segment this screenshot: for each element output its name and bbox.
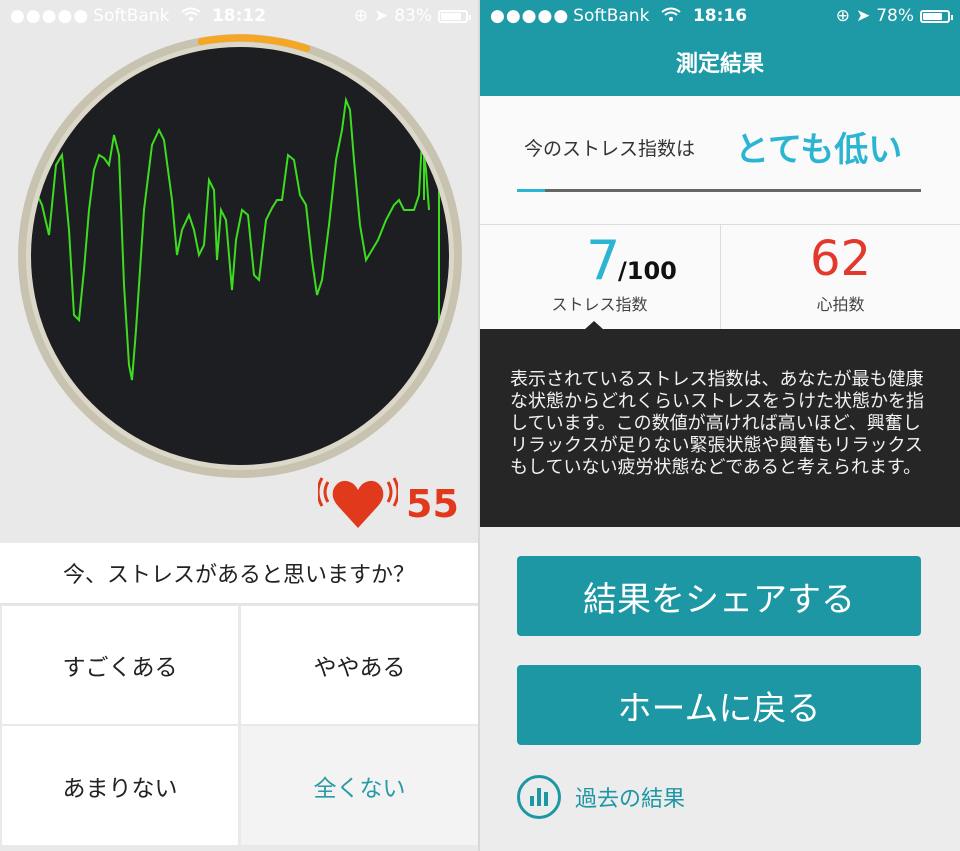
heart-rate-metric[interactable]: 62 心拍数 xyxy=(720,225,960,329)
stress-index-explanation: 表示されているストレス指数は、あなたが最も健康な状態からどれくらいストレスをうけ… xyxy=(480,321,960,527)
battery-icon xyxy=(920,9,953,23)
stress-level-label: 今のストレス指数は xyxy=(524,138,696,160)
stress-index-metric[interactable]: 7 /100 ストレス指数 xyxy=(480,225,719,329)
past-results-link[interactable]: 過去の結果 xyxy=(517,773,685,821)
explanation-text: 表示されているストレス指数は、あなたが最も健康な状態からどれくらいストレスをうけ… xyxy=(510,369,924,478)
stress-question: 今、ストレスがあると思いますか？ xyxy=(0,543,478,605)
stress-level-bar-fill xyxy=(517,189,546,192)
location-icon: ➤ xyxy=(855,6,871,26)
heart-icon xyxy=(318,477,398,528)
page-title: 測定結果 xyxy=(675,52,764,77)
battery-percent: 78% xyxy=(876,6,914,26)
share-result-button[interactable]: 結果をシェアする xyxy=(517,556,921,636)
option-not-at-all[interactable]: 全くない xyxy=(241,726,478,845)
bar-chart-icon xyxy=(517,775,561,819)
option-very-much[interactable]: すごくある xyxy=(2,606,238,724)
location-icon: ➤ xyxy=(373,6,389,26)
home-button[interactable]: ホームに戻る xyxy=(517,665,921,745)
heart-rate-value: 62 xyxy=(809,231,872,287)
heart-rate-label: 心拍数 xyxy=(816,295,865,314)
rotation-lock-icon: ⊕ xyxy=(835,6,850,26)
battery-percent: 83% xyxy=(394,6,432,26)
measurement-screen: ●●●●● SoftBank 18:12 ⊕ ➤ 83% 55 今、ストレスがあ… xyxy=(0,0,478,851)
status-bar: ●●●●● SoftBank 18:16 ⊕ ➤ 78% xyxy=(480,0,960,32)
rotation-lock-icon: ⊕ xyxy=(353,6,368,26)
tooltip-arrow xyxy=(584,321,604,330)
option-not-much[interactable]: あまりない xyxy=(2,726,238,845)
status-bar: ●●●●● SoftBank 18:12 ⊕ ➤ 83% xyxy=(0,0,478,32)
battery-icon xyxy=(438,9,471,23)
stress-index-value: 7 xyxy=(586,229,621,292)
past-results-label: 過去の結果 xyxy=(575,787,686,812)
heart-rate-indicator: 55 xyxy=(318,470,459,536)
option-somewhat[interactable]: ややある xyxy=(241,606,478,724)
answer-options: すごくある ややある あまりない 全くない xyxy=(0,604,478,851)
heart-rate-value: 55 xyxy=(406,482,459,526)
stress-index-max: /100 xyxy=(618,257,677,285)
metrics-row: 7 /100 ストレス指数 62 心拍数 xyxy=(480,225,960,329)
nav-header: ●●●●● SoftBank 18:16 ⊕ ➤ 78% 測定結果 xyxy=(480,0,960,96)
stress-level-summary: 今のストレス指数は とても低い xyxy=(480,96,960,225)
result-screen: ●●●●● SoftBank 18:16 ⊕ ➤ 78% 測定結果 今のストレス指… xyxy=(480,0,960,851)
stress-index-label: ストレス指数 xyxy=(551,295,648,314)
stress-level-value: とても低い xyxy=(735,130,903,170)
pulse-waveform-display xyxy=(18,34,462,478)
stress-level-bar xyxy=(517,189,921,192)
